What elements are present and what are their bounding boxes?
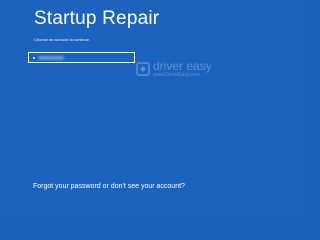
page-title: Startup Repair [34,8,160,29]
forgot-password-link[interactable]: Forgot your password or don't see your a… [33,183,185,190]
watermark-brand: driver easy [153,59,212,73]
account-selector-icon [33,57,35,59]
account-option[interactable] [28,52,135,63]
startup-repair-screen: Startup Repair Choose an account to cont… [0,0,300,209]
watermark-url: www.DriverEasy.com [153,72,200,78]
driver-easy-logo-icon [136,62,150,76]
watermark: driver easy www.DriverEasy.com [136,60,212,78]
account-name [38,56,64,60]
page-subtitle: Choose an account to continue. [34,37,91,42]
